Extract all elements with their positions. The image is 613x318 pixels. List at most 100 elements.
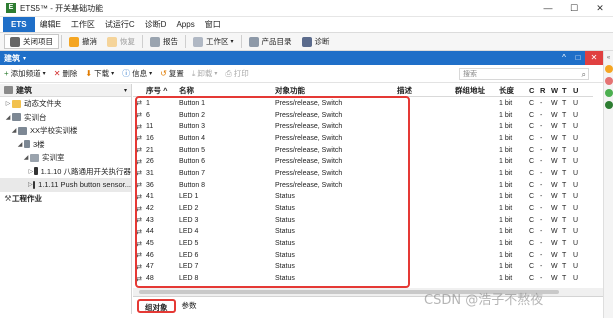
cell-name: LED 8 [179,275,199,283]
cell-name: Button 1 [179,99,206,107]
tree-item-label: 实训室 [42,153,65,163]
cell-function: Press/release, Switch [275,99,343,107]
expand-left-icon[interactable]: « [604,55,613,61]
collapse-arrow-icon[interactable]: ◢ [22,154,30,161]
table-row[interactable]: ⇄ 46 LED 6 Status 1 bit C - W T U [133,250,593,262]
column-header-group-address[interactable]: 群组地址 [455,85,499,96]
catalog-button[interactable]: 产品目录 [244,33,297,50]
table-row[interactable]: ⇄ 26 Button 6 Press/release, Switch 1 bit C - W… [133,156,593,169]
column-header-number[interactable]: 序号 ^ [145,85,179,96]
menu-diagnostics[interactable]: 诊断D [140,17,172,32]
cell-number: 48 [146,275,154,283]
redo-button[interactable]: 恢复 [102,33,140,50]
column-header-r[interactable]: R [540,86,551,95]
add-channel-button[interactable]: + 添加频道 ▾ [0,68,50,79]
workspace-button[interactable]: 工作区 ▾ [188,33,239,50]
column-header-name[interactable]: 名称 [179,85,275,96]
menu-ets[interactable]: ETS [3,17,35,32]
floor-icon [24,140,30,149]
column-header-description[interactable]: 描述 [397,85,455,96]
tree-item-dynamic-folder[interactable]: ▷ 动态文件夹 [0,97,131,111]
column-header-t[interactable]: T [562,86,573,95]
properties-icon[interactable] [605,65,613,73]
search-icon[interactable]: ⌕ [582,69,586,80]
panel-restore-button[interactable]: □ [571,51,585,65]
print-button[interactable]: ⎙ 打印 [221,68,252,79]
history-icon[interactable] [605,77,613,85]
cell-flag-u: U [573,216,579,224]
status-icon[interactable] [605,89,613,97]
table-row[interactable]: ⇄ 42 LED 2 Status 1 bit C - W T U [133,203,593,215]
maximize-button[interactable]: ☐ [561,0,587,17]
cell-flag-t: T [562,240,567,248]
menu-commissioning[interactable]: 试运行C [100,17,140,32]
add-icon[interactable] [605,101,613,109]
table-row[interactable]: ⇄ 45 LED 5 Status 1 bit C - W T U [133,238,593,250]
tree-item-school-building[interactable]: ◢ XX学校实训楼 [0,124,131,138]
close-window-button[interactable]: ✕ [587,0,613,17]
right-side-strip: « [603,51,613,318]
delete-button[interactable]: ✕ 删除 [50,68,82,79]
panel-dropdown-icon[interactable]: ▾ [23,55,26,62]
table-row[interactable]: ⇄ 21 Button 5 Press/release, Switch 1 bit C - W… [133,145,593,157]
table-row[interactable]: ⇄ 11 Button 3 Press/release, Switch 1 bit C - W… [133,121,593,134]
close-project-button[interactable]: 关闭项目 [4,34,59,49]
menu-workspace[interactable]: 工作区 [66,17,100,32]
table-row[interactable]: ⇄ 47 LED 7 Status 1 bit C - W T U [133,262,593,274]
tree-item-training-bench[interactable]: ◢ 实训台 [0,111,131,125]
reset-button[interactable]: ↺ 复置 [156,68,188,79]
column-header-function[interactable]: 对象功能 [275,85,397,96]
object-icon: ⇄ [136,135,142,143]
cell-flag-w: W [551,123,558,131]
table-row[interactable]: ⇄ 41 LED 1 Status 1 bit C - W T U [133,192,593,204]
collapse-arrow-icon[interactable]: ◢ [16,141,24,148]
diagnostics-button[interactable]: 诊断 [297,33,335,50]
tree-item-device-1-1-11[interactable]: ▷ 1.1.11 Push button sensor... [0,178,131,192]
chevron-down-icon[interactable]: ▾ [124,87,127,94]
cell-flag-t: T [562,169,567,177]
column-header-length[interactable]: 长度 [499,85,529,96]
expand-arrow-icon[interactable]: ▷ [28,181,33,188]
table-row[interactable]: ⇄ 48 LED 8 Status 1 bit C - W T U [133,273,593,285]
search-input[interactable]: 搜索 ⌕ [459,68,589,80]
table-row[interactable]: ⇄ 31 Button 7 Press/release, Switch 1 bit C - W… [133,168,593,180]
collapse-arrow-icon[interactable]: ◢ [4,114,12,121]
undo-button[interactable]: 撤消 [64,33,102,50]
table-row[interactable]: ⇄ 16 Button 4 Press/release, Switch 1 bit C - W… [133,133,593,145]
panel-collapse-button[interactable]: ^ [557,51,571,65]
cell-flag-c: C [529,158,535,166]
unload-button[interactable]: ⤓ 卸载 ▾ [188,68,222,79]
column-header-w[interactable]: W [551,86,562,95]
cell-flag-t: T [562,181,567,189]
report-button[interactable]: 报告 [145,33,183,50]
table-row[interactable]: ⇄ 1 Button 1 Press/release, Switch 1 bit C - W T… [133,98,593,110]
table-row[interactable]: ⇄ 43 LED 3 Status 1 bit C - W T U [133,215,593,227]
diagnostics-icon [301,36,312,47]
search-placeholder: 搜索 [463,71,477,78]
table-row[interactable]: ⇄ 36 Button 8 Press/release, Switch 1 bit C - W… [133,180,593,192]
tree-item-project-work[interactable]: ⚒ 工程作业 [0,192,131,206]
menu-window[interactable]: 窗口 [200,17,226,32]
tab-parameters[interactable]: 参数 [176,299,203,313]
column-header-u[interactable]: U [573,86,584,95]
cell-flag-t: T [562,193,567,201]
table-header: 序号 ^ 名称 对象功能 描述 群组地址 长度 C R W T U [133,84,593,97]
menu-edit[interactable]: 编辑E [35,17,66,32]
panel-close-button[interactable]: ✕ [585,51,603,65]
tab-group-objects[interactable]: 组对象 [137,298,176,313]
menu-apps[interactable]: Apps [171,17,199,32]
expand-arrow-icon[interactable]: ▷ [4,100,12,107]
download-button[interactable]: ⬇ 下载 ▾ [81,68,118,79]
tree-item-device-1-1-10[interactable]: ▷ 1.1.10 八路通用开关执行器 [0,165,131,179]
table-row[interactable]: ⇄ 6 Button 2 Press/release, Switch 1 bit C - W T… [133,110,593,122]
tree-item-training-room[interactable]: ◢ 实训室 [0,151,131,165]
tree-item-floor-3[interactable]: ◢ 3楼 [0,138,131,152]
tree-header[interactable]: 建筑 ▾ [0,84,131,97]
cell-number: 41 [146,193,154,201]
cell-flag-u: U [573,263,579,271]
minimize-button[interactable]: — [535,0,561,17]
info-button[interactable]: ⓘ 信息 ▾ [118,68,156,79]
table-row[interactable]: ⇄ 44 LED 4 Status 1 bit C - W T U [133,227,593,239]
column-header-c[interactable]: C [529,86,540,95]
collapse-arrow-icon[interactable]: ◢ [10,127,18,134]
